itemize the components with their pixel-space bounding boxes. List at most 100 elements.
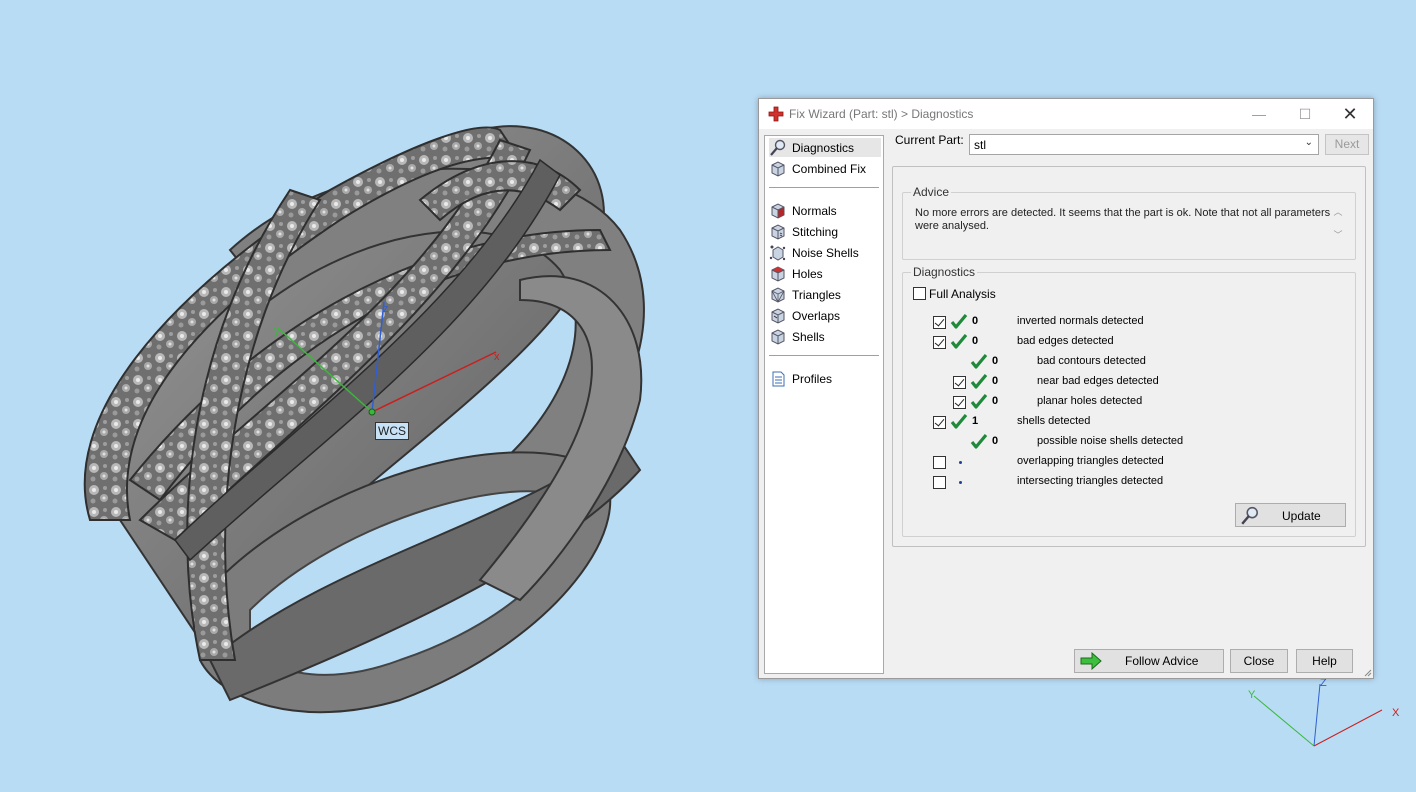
diagnostic-checkbox[interactable]: [933, 456, 946, 469]
diagnostic-description: bad edges detected: [1017, 335, 1114, 347]
diagnostic-description: shells detected: [1017, 415, 1091, 427]
nav-label: Noise Shells: [792, 245, 859, 260]
minimize-button[interactable]: —: [1236, 99, 1282, 129]
triangles-cube-icon: [771, 286, 785, 303]
nav-label: Shells: [792, 329, 825, 344]
diagnostic-count: 0: [992, 375, 999, 387]
advice-title: Advice: [911, 185, 952, 199]
overlaps-cube-icon: [771, 307, 785, 324]
normals-cube-icon: [771, 202, 785, 219]
check-ok-icon: [970, 433, 988, 449]
advice-text: No more errors are detected. It seems th…: [915, 207, 1331, 232]
nav-item-shells[interactable]: Shells: [769, 327, 881, 346]
stitching-cube-icon: [771, 223, 785, 240]
diagnostic-checkbox[interactable]: [933, 316, 946, 329]
maximize-button[interactable]: ☐: [1282, 99, 1328, 129]
help-button[interactable]: Help: [1296, 649, 1353, 673]
corner-y-label: Y: [1248, 689, 1256, 701]
diagnostic-description: possible noise shells detected: [1037, 435, 1184, 447]
nav-item-triangles[interactable]: Triangles: [769, 285, 881, 304]
follow-advice-label: Follow Advice: [1125, 654, 1199, 668]
nav-item-stitching[interactable]: Stitching: [769, 222, 881, 241]
magnifier-icon: [770, 139, 786, 156]
diagnostic-count: 0: [972, 315, 979, 327]
current-part-value: stl: [974, 138, 986, 152]
title-bar[interactable]: Fix Wizard (Part: stl) > Diagnostics — ☐…: [759, 99, 1373, 129]
update-label: Update: [1282, 509, 1321, 523]
nav-item-profiles[interactable]: Profiles: [769, 369, 881, 388]
diagnostic-description: inverted normals detected: [1017, 315, 1144, 327]
nav-item-diagnostics[interactable]: Diagnostics: [769, 138, 881, 157]
cube-icon: [771, 160, 785, 177]
wizard-nav-panel: Diagnostics Combined Fix Normals Stitchi…: [764, 135, 884, 674]
check-ok-icon: [950, 413, 968, 429]
check-ok-icon: [950, 333, 968, 349]
full-analysis-checkbox[interactable]: [913, 287, 926, 300]
diagnostic-description: near bad edges detected: [1037, 375, 1159, 387]
nav-label: Holes: [792, 266, 823, 281]
diagnostic-checkbox[interactable]: [933, 476, 946, 489]
check-ok-icon: [970, 353, 988, 369]
nav-label: Profiles: [792, 371, 833, 386]
nav-divider: [769, 187, 879, 188]
holes-cube-icon: [771, 265, 785, 282]
nav-divider: [769, 355, 879, 356]
magnifier-icon: [1241, 506, 1258, 525]
diagnostic-count: 0: [972, 335, 979, 347]
chevron-down-icon: ⌄: [1304, 137, 1313, 148]
diagnostic-checkbox[interactable]: [953, 396, 966, 409]
close-window-button[interactable]: ✕: [1327, 99, 1373, 129]
nav-item-overlaps[interactable]: Overlaps: [769, 306, 881, 325]
update-button[interactable]: Update: [1235, 503, 1346, 527]
view-orientation-axes: X Y Z: [1248, 677, 1400, 747]
diagnostic-description: intersecting triangles detected: [1017, 475, 1164, 487]
wcs-y-label: y: [274, 325, 280, 337]
resize-grip-icon[interactable]: [1362, 667, 1372, 677]
green-arrow-icon: [1080, 652, 1102, 670]
red-cross-icon: [768, 106, 784, 122]
advice-scrollbar[interactable]: ︿ ﹀: [1332, 205, 1344, 251]
pending-dot-icon: [959, 481, 962, 484]
wcs-z-label: z: [383, 303, 389, 315]
nav-item-combined-fix[interactable]: Combined Fix: [769, 159, 881, 178]
diagnostic-count: 1: [972, 415, 979, 427]
dialog-title: Fix Wizard (Part: stl) > Diagnostics: [789, 107, 974, 121]
check-ok-icon: [970, 393, 988, 409]
diagnostic-checkbox[interactable]: [953, 376, 966, 389]
shells-cube-icon: [771, 328, 785, 345]
nav-item-holes[interactable]: Holes: [769, 264, 881, 283]
close-button[interactable]: Close: [1230, 649, 1288, 673]
nav-label: Overlaps: [792, 308, 841, 323]
next-button[interactable]: Next: [1325, 134, 1369, 155]
diagnostic-count: 0: [992, 355, 999, 367]
nav-label: Normals: [792, 203, 837, 218]
pending-dot-icon: [959, 461, 962, 464]
ring-body: [83, 125, 645, 714]
check-ok-icon: [970, 373, 988, 389]
diagnostics-title: Diagnostics: [911, 265, 978, 279]
noise-shells-icon: [769, 245, 786, 261]
nav-label: Combined Fix: [792, 161, 867, 176]
diagnostic-description: bad contours detected: [1037, 355, 1146, 367]
full-analysis-label: Full Analysis: [929, 287, 996, 301]
wcs-x-label: x: [494, 351, 500, 363]
follow-advice-button[interactable]: Follow Advice: [1074, 649, 1224, 673]
diagnostic-description: overlapping triangles detected: [1017, 455, 1164, 467]
diagnostic-checkbox[interactable]: [933, 416, 946, 429]
diagnostic-description: planar holes detected: [1037, 395, 1143, 407]
current-part-select[interactable]: stl ⌄: [969, 134, 1319, 155]
diagnostic-count: 0: [992, 395, 999, 407]
ring-model-viewport[interactable]: x y z: [0, 0, 740, 792]
corner-x-label: X: [1392, 707, 1400, 719]
diagnostic-count: 0: [992, 435, 999, 447]
current-part-label: Current Part:: [895, 133, 964, 147]
check-ok-icon: [950, 313, 968, 329]
nav-label: Diagnostics: [792, 140, 855, 155]
document-icon: [772, 371, 785, 386]
fix-wizard-dialog: Fix Wizard (Part: stl) > Diagnostics — ☐…: [758, 98, 1374, 679]
diagnostic-checkbox[interactable]: [933, 336, 946, 349]
nav-item-noise-shells[interactable]: Noise Shells: [769, 243, 881, 262]
nav-item-normals[interactable]: Normals: [769, 201, 881, 220]
wcs-label: WCS: [375, 422, 409, 440]
nav-label: Stitching: [792, 224, 839, 239]
